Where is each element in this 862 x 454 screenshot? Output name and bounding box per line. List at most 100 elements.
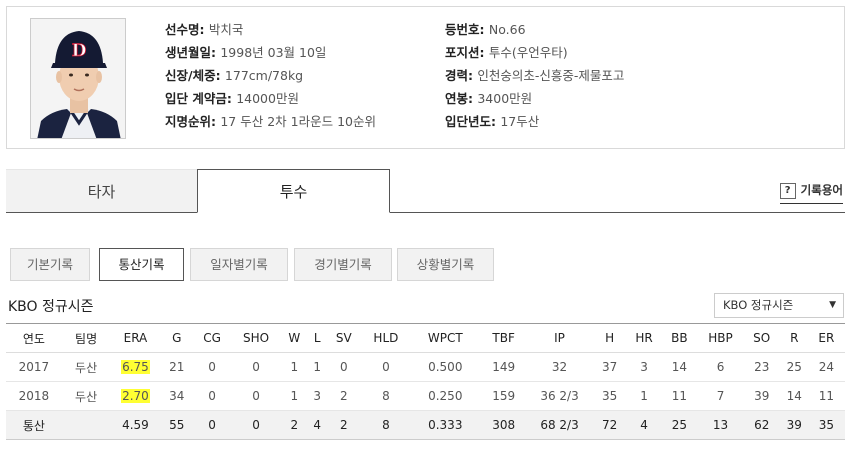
subtab-game[interactable]: 경기별기록 bbox=[294, 248, 392, 281]
era-highlight: 6.75 bbox=[121, 360, 150, 374]
col-header: SV bbox=[326, 323, 362, 353]
table-cell: 11 bbox=[807, 381, 845, 411]
table-cell: 0 bbox=[326, 352, 362, 382]
subtab-career[interactable]: 통산기록 bbox=[99, 248, 184, 281]
cap-logo: D bbox=[72, 41, 87, 61]
col-header: 연도 bbox=[6, 323, 62, 353]
col-header: CG bbox=[192, 323, 232, 353]
table-row: 2018 두산 2.70 34 0 0 1 3 2 8 0.250 159 36… bbox=[6, 381, 845, 411]
table-cell: 37 bbox=[591, 352, 628, 382]
col-header: SHO bbox=[231, 323, 282, 353]
table-cell: 3 bbox=[307, 381, 327, 411]
table-cell: 2 bbox=[281, 410, 308, 440]
table-cell: 0 bbox=[231, 381, 282, 411]
tab-pitcher[interactable]: 투수 bbox=[197, 169, 390, 213]
info-back-number: 등번호: No.66 bbox=[445, 22, 526, 37]
col-header: WPCT bbox=[410, 323, 480, 353]
subtab-basic[interactable]: 기본기록 bbox=[10, 248, 90, 281]
table-cell: 14 bbox=[660, 352, 699, 382]
table-cell: 0 bbox=[192, 381, 232, 411]
table-cell bbox=[61, 410, 111, 440]
table-cell: 25 bbox=[780, 352, 808, 382]
table-cell: 8 bbox=[361, 410, 411, 440]
table-cell: 4.59 bbox=[110, 410, 161, 440]
table-cell: 149 bbox=[479, 352, 528, 382]
section-title: KBO 정규시즌 bbox=[8, 299, 94, 315]
table-cell: 0.250 bbox=[410, 381, 480, 411]
table-cell: 6.75 bbox=[110, 352, 161, 382]
table-cell: 308 bbox=[479, 410, 528, 440]
col-header: ER bbox=[807, 323, 845, 353]
question-icon: ? bbox=[779, 182, 796, 199]
table-cell: 68 2/3 bbox=[527, 410, 592, 440]
table-cell: 13 bbox=[698, 410, 743, 440]
table-cell: 2017 bbox=[6, 352, 62, 382]
table-cell: 8 bbox=[361, 381, 411, 411]
table-cell: 2 bbox=[326, 410, 362, 440]
col-header: R bbox=[780, 323, 808, 353]
table-cell: 0 bbox=[361, 352, 411, 382]
table-cell: 3 bbox=[627, 352, 661, 382]
table-cell: 32 bbox=[527, 352, 592, 382]
col-header: G bbox=[160, 323, 193, 353]
table-cell: 통산 bbox=[6, 410, 62, 440]
info-draft: 지명순위: 17 두산 2차 1라운드 10순위 bbox=[165, 114, 376, 129]
col-header: SO bbox=[742, 323, 781, 353]
table-cell: 1 bbox=[281, 352, 308, 382]
col-header: TBF bbox=[479, 323, 528, 353]
table-cell: 두산 bbox=[61, 352, 111, 382]
tab-batter[interactable]: 타자 bbox=[6, 169, 197, 213]
table-cell: 2.70 bbox=[110, 381, 161, 411]
col-header: ERA bbox=[110, 323, 161, 353]
career-stats-table: 연도 팀명 ERA G CG SHO W L SV HLD WPCT TBF I… bbox=[6, 323, 845, 440]
table-cell: 24 bbox=[807, 352, 845, 382]
info-join-year: 입단년도: 17두산 bbox=[445, 114, 540, 129]
table-cell: 7 bbox=[698, 381, 743, 411]
col-header: HLD bbox=[361, 323, 411, 353]
table-cell: 25 bbox=[660, 410, 699, 440]
table-cell: 6 bbox=[698, 352, 743, 382]
player-photo: D bbox=[30, 18, 126, 139]
info-name: 선수명: 박치국 bbox=[165, 22, 244, 37]
table-cell: 23 bbox=[742, 352, 781, 382]
subtab-situation[interactable]: 상황별기록 bbox=[397, 248, 494, 281]
col-header: BB bbox=[660, 323, 699, 353]
table-cell: 62 bbox=[742, 410, 781, 440]
subtab-daily[interactable]: 일자별기록 bbox=[190, 248, 288, 281]
table-cell: 14 bbox=[780, 381, 808, 411]
info-salary: 연봉: 3400만원 bbox=[445, 91, 533, 106]
era-highlight: 2.70 bbox=[121, 389, 150, 403]
info-birthdate: 생년월일: 1998년 03월 10일 bbox=[165, 45, 327, 60]
table-cell: 1 bbox=[281, 381, 308, 411]
table-cell: 0 bbox=[231, 352, 282, 382]
table-cell: 55 bbox=[160, 410, 193, 440]
glossary-link[interactable]: ? 기록용어 bbox=[779, 181, 843, 204]
table-cell: 0 bbox=[192, 410, 232, 440]
table-cell: 0 bbox=[231, 410, 282, 440]
info-signing-bonus: 입단 계약금: 14000만원 bbox=[165, 91, 299, 106]
table-cell: 39 bbox=[742, 381, 781, 411]
table-cell: 0.500 bbox=[410, 352, 480, 382]
table-cell: 0.333 bbox=[410, 410, 480, 440]
table-cell: 11 bbox=[660, 381, 699, 411]
main-tabs: 타자 투수 ? 기록용어 bbox=[6, 169, 845, 213]
col-header: HR bbox=[627, 323, 661, 353]
table-cell: 35 bbox=[591, 381, 628, 411]
table-cell: 1 bbox=[627, 381, 661, 411]
col-header: IP bbox=[527, 323, 592, 353]
table-cell: 두산 bbox=[61, 381, 111, 411]
player-info-left: 선수명: 박치국 생년월일: 1998년 03월 10일 신장/체중: 177c… bbox=[165, 18, 376, 133]
table-cell: 0 bbox=[192, 352, 232, 382]
season-select[interactable]: KBO 정규시즌 ▼ bbox=[714, 293, 844, 318]
player-info-right: 등번호: No.66 포지션: 투수(우언우타) 경력: 인천숭의초-신흥중-제… bbox=[445, 18, 624, 133]
season-select-value: KBO 정규시즌 bbox=[723, 298, 794, 312]
col-header: H bbox=[591, 323, 628, 353]
col-header: HBP bbox=[698, 323, 743, 353]
table-cell: 72 bbox=[591, 410, 628, 440]
table-cell: 4 bbox=[307, 410, 327, 440]
table-cell: 2 bbox=[326, 381, 362, 411]
table-cell: 4 bbox=[627, 410, 661, 440]
col-header: W bbox=[281, 323, 308, 353]
table-cell: 21 bbox=[160, 352, 193, 382]
col-header: 팀명 bbox=[61, 323, 111, 353]
